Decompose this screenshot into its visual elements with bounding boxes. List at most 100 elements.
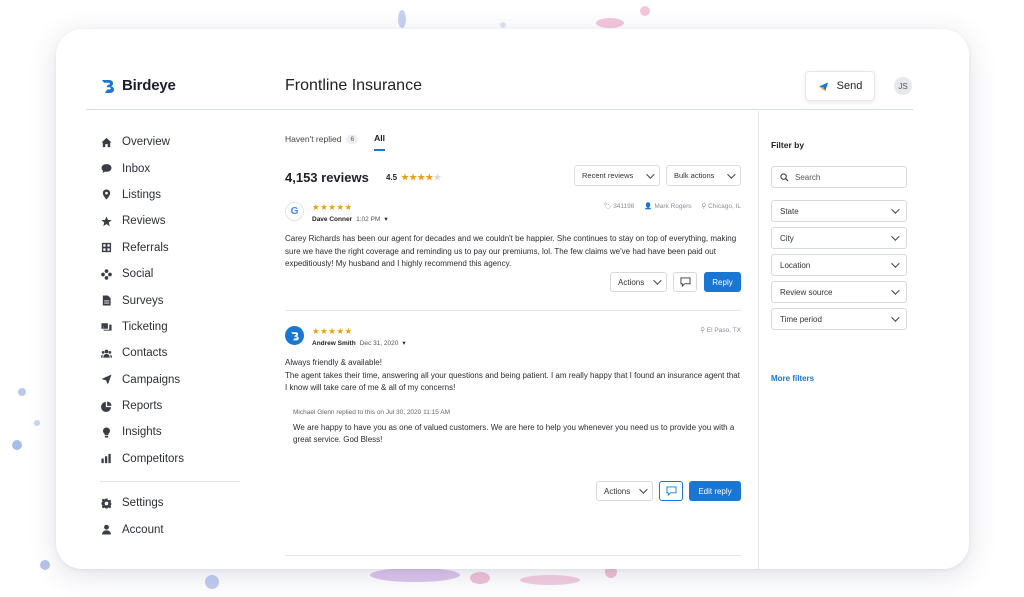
- sidebar-item-ticketing[interactable]: Ticketing: [100, 314, 250, 340]
- review-author: Dave Conner: [312, 215, 353, 223]
- actions-label: Actions: [618, 277, 645, 287]
- chevron-down-icon: [891, 205, 900, 214]
- user-avatar[interactable]: JS: [894, 77, 912, 95]
- chat-bubble-icon: [100, 163, 112, 175]
- caret-down-icon[interactable]: ▾: [384, 215, 387, 223]
- sidebar-item-label: Reports: [122, 400, 163, 413]
- sidebar-item-competitors[interactable]: Competitors: [100, 446, 250, 472]
- chevron-down-icon: [639, 485, 648, 494]
- review-divider: [285, 555, 741, 556]
- sidebar-item-label: Ticketing: [122, 320, 168, 333]
- decorative-splatter: [398, 10, 406, 28]
- tab-label: All: [374, 133, 385, 143]
- review-text-line: The agent takes their time, answering al…: [285, 370, 740, 393]
- comment-button[interactable]: [673, 272, 697, 292]
- sort-dropdown[interactable]: Recent reviews: [574, 165, 660, 186]
- comment-icon: [680, 277, 690, 287]
- lightbulb-icon: [100, 426, 112, 438]
- sidebar-item-label: Settings: [122, 497, 164, 510]
- sidebar-item-label: Inbox: [122, 162, 151, 175]
- filter-city-select[interactable]: City: [771, 227, 907, 249]
- comment-icon: [666, 486, 676, 496]
- actions-dropdown[interactable]: Actions: [610, 272, 667, 292]
- brand-logo[interactable]: Birdeye: [100, 77, 176, 94]
- decorative-splatter: [34, 420, 40, 426]
- filter-state-select[interactable]: State: [771, 200, 907, 222]
- sidebar-item-campaigns[interactable]: Campaigns: [100, 367, 250, 393]
- decorative-splatter: [640, 6, 650, 16]
- sidebar-item-label: Competitors: [122, 452, 184, 465]
- sidebar-item-overview[interactable]: Overview: [100, 129, 250, 155]
- person-icon: 👤: [644, 203, 655, 210]
- decorative-splatter: [12, 440, 22, 450]
- edit-reply-button[interactable]: Edit reply: [689, 481, 741, 501]
- location-meta: ⚲ El Paso, TX: [700, 326, 741, 334]
- agent-meta: 👤 Mark Rogers: [644, 202, 691, 210]
- gear-icon: [100, 497, 112, 509]
- google-icon: G: [285, 202, 304, 221]
- sidebar-item-social[interactable]: Social: [100, 261, 250, 287]
- sidebar-item-account[interactable]: Account: [100, 516, 250, 542]
- review-author-line: Andrew Smith Dec 31, 2020 ▾: [312, 339, 406, 348]
- chevron-down-icon: [891, 313, 900, 322]
- tab-havent-replied[interactable]: Haven't replied 6: [285, 133, 359, 151]
- sidebar-item-surveys[interactable]: Surveys: [100, 287, 250, 313]
- reply-text: We are happy to have you as one of value…: [293, 422, 735, 445]
- location-pin-icon: [100, 189, 112, 201]
- brand-name: Birdeye: [122, 77, 176, 94]
- sort-dropdown-label: Recent reviews: [582, 171, 634, 180]
- sidebar-item-reports[interactable]: Reports: [100, 393, 250, 419]
- review-meta: 🏷 341198 👤 Mark Rogers ⚲ Chicago, IL: [603, 202, 741, 210]
- tab-all[interactable]: All: [374, 133, 385, 151]
- filter-panel: Filter by State City Location Review sou…: [758, 111, 969, 569]
- sidebar-item-listings[interactable]: Listings: [100, 182, 250, 208]
- social-network-icon: [100, 268, 112, 280]
- review-author-block: ★★★★★ Andrew Smith Dec 31, 2020 ▾: [312, 326, 406, 347]
- pie-chart-icon: [100, 400, 112, 412]
- actions-label: Actions: [604, 486, 631, 496]
- birdeye-logo-icon: [102, 79, 114, 93]
- sidebar-item-insights[interactable]: Insights: [100, 419, 250, 445]
- sidebar-item-label: Campaigns: [122, 373, 181, 386]
- chevron-down-icon: [653, 276, 662, 285]
- filter-time-period-select[interactable]: Time period: [771, 308, 907, 330]
- review-text-line: Always friendly & available!: [285, 358, 382, 367]
- review-stars: ★★★★★: [312, 326, 353, 336]
- review-text: Always friendly & available! The agent t…: [285, 357, 741, 395]
- send-button-label: Send: [836, 80, 863, 92]
- more-filters-link[interactable]: More filters: [771, 374, 814, 383]
- sidebar-item-inbox[interactable]: Inbox: [100, 155, 250, 181]
- search-icon: [780, 172, 789, 182]
- filter-search-input[interactable]: [795, 172, 895, 182]
- caret-down-icon[interactable]: ▾: [402, 339, 405, 347]
- tag-meta: 🏷 341198: [603, 202, 634, 210]
- tickets-icon: [100, 321, 112, 333]
- decorative-splatter: [596, 18, 624, 28]
- filter-location-select[interactable]: Location: [771, 254, 907, 276]
- review-meta: ⚲ El Paso, TX: [700, 326, 741, 334]
- comment-button[interactable]: [659, 481, 683, 501]
- sidebar-item-contacts[interactable]: Contacts: [100, 340, 250, 366]
- chevron-down-icon: [891, 259, 900, 268]
- app-window: Birdeye Frontline Insurance Send JS Over…: [56, 29, 969, 569]
- review-author-line: Dave Conner 1:02 PM ▾: [312, 215, 388, 224]
- sidebar-item-referrals[interactable]: Referrals: [100, 235, 250, 261]
- send-button[interactable]: Send: [805, 71, 875, 101]
- tab-label: Haven't replied: [285, 134, 342, 144]
- location-text: El Paso, TX: [706, 327, 741, 334]
- filter-review-source-select[interactable]: Review source: [771, 281, 907, 303]
- location-meta: ⚲ Chicago, IL: [702, 202, 741, 210]
- sidebar-item-label: Social: [122, 268, 154, 281]
- filter-search-field[interactable]: [771, 166, 907, 188]
- filter-select-label: Time period: [780, 314, 822, 324]
- sidebar-item-settings[interactable]: Settings: [100, 490, 250, 516]
- sidebar-item-label: Reviews: [122, 215, 166, 228]
- decorative-splatter: [500, 22, 506, 28]
- actions-dropdown[interactable]: Actions: [596, 481, 653, 501]
- reply-meta: Michael Glenn replied to this on Jul 30,…: [293, 408, 451, 416]
- review-card: ★★★★★ Andrew Smith Dec 31, 2020 ▾ ⚲ El P…: [285, 326, 741, 447]
- filter-select-label: Review source: [780, 287, 833, 297]
- sidebar-item-reviews[interactable]: Reviews: [100, 208, 250, 234]
- reply-button[interactable]: Reply: [704, 272, 741, 292]
- bulk-actions-dropdown[interactable]: Bulk actions: [666, 165, 741, 186]
